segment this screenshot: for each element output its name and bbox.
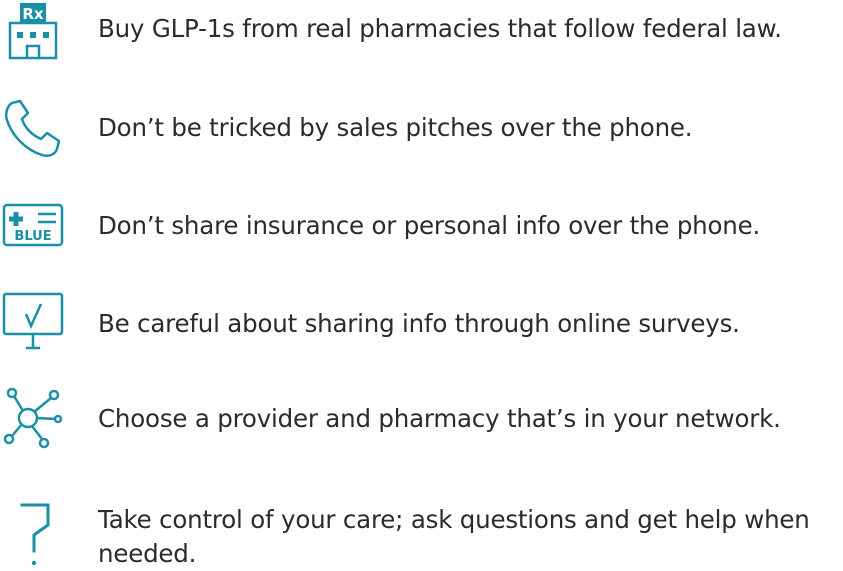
tip-text: Don’t share insurance or personal info o…: [98, 211, 761, 240]
network-nodes-icon: [0, 385, 66, 451]
insurance-card-icon: BLUE: [0, 193, 66, 259]
tip-text: Don’t be tricked by sales pitches over t…: [98, 113, 693, 142]
tip-text: Be careful about sharing info through on…: [98, 309, 740, 338]
card-label: BLUE: [14, 229, 51, 244]
rx-sign-label: Rx: [22, 5, 44, 23]
tip-text: Choose a provider and pharmacy that’s in…: [98, 404, 781, 433]
tip-text: Take control of your care; ask questions…: [98, 505, 810, 568]
tip-text: Buy GLP-1s from real pharmacies that fol…: [98, 14, 782, 43]
phone-icon: [0, 95, 66, 161]
question-mark-icon: [0, 495, 66, 566]
monitor-checkmark-icon: [0, 288, 66, 354]
pharmacy-rx-building-icon: Rx: [0, 0, 66, 66]
